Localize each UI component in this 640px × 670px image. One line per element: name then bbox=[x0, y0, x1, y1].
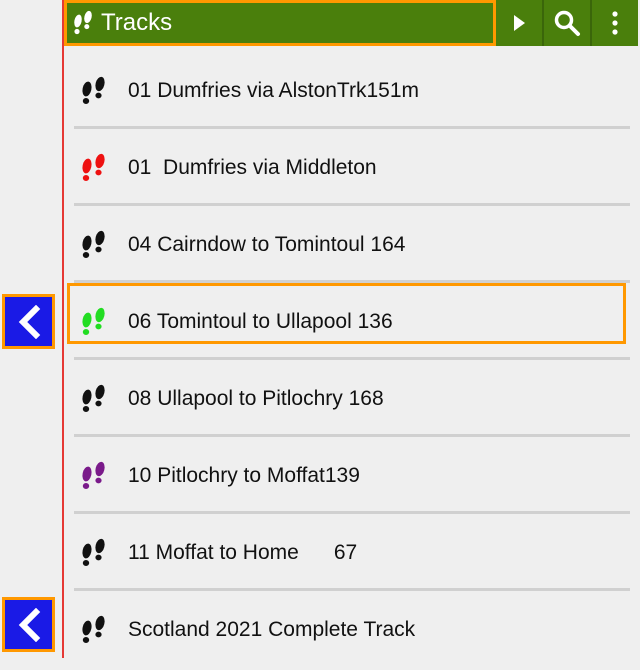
footprints-icon bbox=[74, 10, 92, 35]
footprints-icon bbox=[82, 76, 105, 104]
track-row[interactable]: 04 Cairndow to Tomintoul 164 bbox=[64, 206, 630, 283]
chevron-left-icon bbox=[18, 304, 40, 339]
footprints-icon bbox=[82, 538, 105, 566]
footprints-icon bbox=[82, 153, 105, 181]
track-label: Scotland 2021 Complete Track bbox=[128, 617, 416, 641]
track-label: 01 Dumfries via AlstonTrk151m bbox=[128, 78, 419, 102]
track-list: 01 Dumfries via AlstonTrk151m 01 Dumfries… bbox=[64, 52, 630, 668]
search-icon bbox=[554, 10, 580, 36]
play-button[interactable] bbox=[496, 0, 542, 46]
track-label: 04 Cairndow to Tomintoul 164 bbox=[128, 232, 406, 256]
play-icon bbox=[514, 15, 525, 31]
track-label: 11 Moffat to Home 67 bbox=[128, 540, 358, 564]
toolbar-title: Tracks bbox=[101, 9, 173, 36]
collapse-button-bottom[interactable] bbox=[2, 597, 55, 652]
track-label: 01 Dumfries via Middleton bbox=[128, 155, 377, 179]
search-button[interactable] bbox=[544, 0, 590, 46]
footprints-icon bbox=[82, 615, 105, 643]
more-vert-icon bbox=[612, 11, 618, 35]
track-row[interactable]: 10 Pitlochry to Moffat139 bbox=[64, 437, 630, 514]
track-label: 08 Ullapool to Pitlochry 168 bbox=[128, 386, 384, 410]
toolbar-title-area[interactable]: Tracks bbox=[64, 0, 496, 46]
track-row[interactable]: 08 Ullapool to Pitlochry 168 bbox=[64, 360, 630, 437]
selection-highlight bbox=[67, 283, 626, 344]
footprints-icon bbox=[82, 384, 105, 412]
chevron-left-icon bbox=[18, 607, 40, 642]
track-row[interactable]: 11 Moffat to Home 67 bbox=[64, 514, 630, 591]
track-row[interactable]: Scotland 2021 Complete Track bbox=[64, 591, 630, 668]
overflow-menu-button[interactable] bbox=[592, 0, 638, 46]
track-label: 10 Pitlochry to Moffat139 bbox=[128, 463, 360, 487]
collapse-button-top[interactable] bbox=[2, 294, 55, 349]
track-row[interactable]: 01 Dumfries via AlstonTrk151m bbox=[64, 52, 630, 129]
toolbar: Tracks bbox=[64, 0, 638, 46]
track-row[interactable]: 06 Tomintoul to Ullapool 136 bbox=[64, 283, 630, 360]
footprints-icon bbox=[82, 230, 105, 258]
footprints-icon bbox=[82, 461, 105, 489]
track-row[interactable]: 01 Dumfries via Middleton bbox=[64, 129, 630, 206]
